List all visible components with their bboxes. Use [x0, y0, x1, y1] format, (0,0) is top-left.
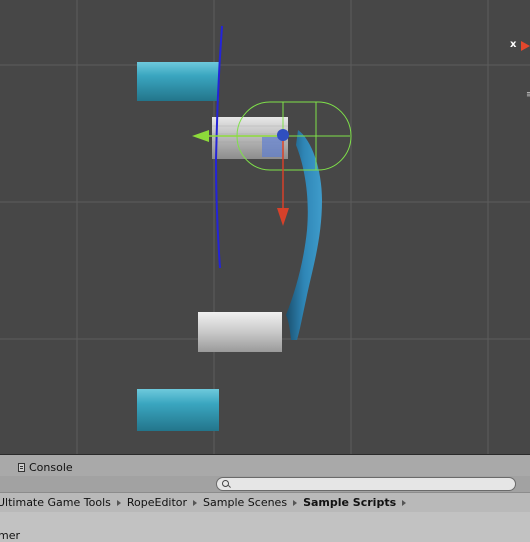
axis-z-arrow[interactable]: [277, 208, 289, 226]
grid: [0, 0, 530, 454]
gizmo-x-arrow-icon[interactable]: [521, 41, 530, 51]
tab-console-label: Console: [29, 461, 73, 474]
tab-console[interactable]: Console: [14, 458, 79, 477]
chevron-right-icon[interactable]: [402, 499, 407, 506]
cylinder-bottom: [137, 389, 219, 431]
panel-tabbar: Console: [0, 454, 530, 477]
gizmo-plane-handle[interactable]: [262, 137, 282, 157]
search-row: [0, 476, 530, 492]
list-item[interactable]: mer: [0, 529, 20, 542]
breadcrumb-item[interactable]: Ultimate Game Tools: [0, 496, 111, 509]
project-list: mer: [0, 512, 530, 542]
cylinder-gray-lower: [198, 312, 282, 352]
axis-y-arrow[interactable]: [192, 130, 209, 142]
chevron-right-icon: [193, 499, 198, 506]
breadcrumb-item[interactable]: RopeEditor: [127, 496, 187, 509]
rope: [286, 130, 322, 340]
search-input[interactable]: [216, 477, 516, 491]
cylinder-top: [137, 62, 219, 101]
breadcrumb: Ultimate Game Tools RopeEditor Sample Sc…: [0, 492, 530, 513]
scene-canvas[interactable]: [0, 0, 530, 454]
gizmo-menu-icon[interactable]: ≡: [526, 90, 530, 100]
breadcrumb-item[interactable]: Sample Scenes: [203, 496, 287, 509]
chevron-right-icon: [293, 499, 298, 506]
chevron-right-icon: [116, 499, 121, 506]
console-icon: [18, 463, 25, 472]
search-icon: [222, 480, 229, 487]
gizmo-x-label[interactable]: x: [510, 39, 516, 50]
scene-view[interactable]: x ≡: [0, 0, 530, 454]
breadcrumb-item-current[interactable]: Sample Scripts: [303, 496, 396, 509]
gizmo-center[interactable]: [277, 129, 289, 141]
